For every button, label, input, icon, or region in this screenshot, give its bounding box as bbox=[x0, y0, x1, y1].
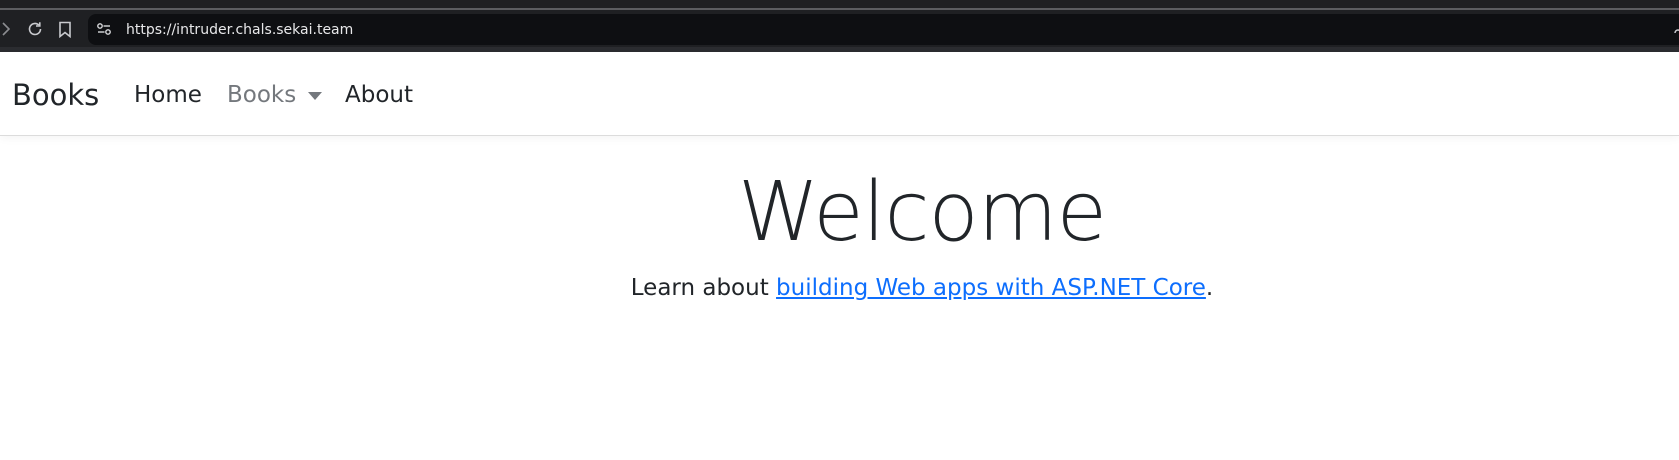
nav-item-about[interactable]: About bbox=[345, 78, 413, 112]
tab-strip-divider bbox=[0, 8, 1679, 10]
site-navbar: Books Home Books About bbox=[0, 52, 1679, 136]
nav-item-books-label: Books bbox=[227, 82, 297, 108]
reload-icon[interactable] bbox=[24, 18, 46, 40]
nav-item-home[interactable]: Home bbox=[134, 78, 202, 112]
nav-item-books-dropdown[interactable]: Books bbox=[227, 78, 323, 112]
lead-suffix: . bbox=[1205, 275, 1214, 301]
forward-icon[interactable] bbox=[0, 18, 12, 40]
extension-icon[interactable] bbox=[1671, 23, 1679, 33]
page-heading: Welcome bbox=[737, 165, 1107, 260]
browser-toolbar: https://intruder.chals.sekai.team bbox=[0, 0, 1679, 52]
bookmark-icon[interactable] bbox=[55, 18, 75, 40]
lead-prefix: Learn about bbox=[630, 275, 777, 301]
navbar-brand[interactable]: Books bbox=[12, 76, 99, 114]
main-content: Welcome Learn about building Web apps wi… bbox=[0, 137, 1679, 460]
url-text[interactable]: https://intruder.chals.sekai.team bbox=[126, 20, 353, 40]
aspnet-docs-link[interactable]: building Web apps with ASP.NET Core bbox=[776, 275, 1206, 301]
lead-text: Learn about building Web apps with ASP.N… bbox=[0, 272, 1679, 304]
site-info-icon[interactable] bbox=[96, 21, 112, 37]
caret-down-icon bbox=[308, 92, 323, 100]
